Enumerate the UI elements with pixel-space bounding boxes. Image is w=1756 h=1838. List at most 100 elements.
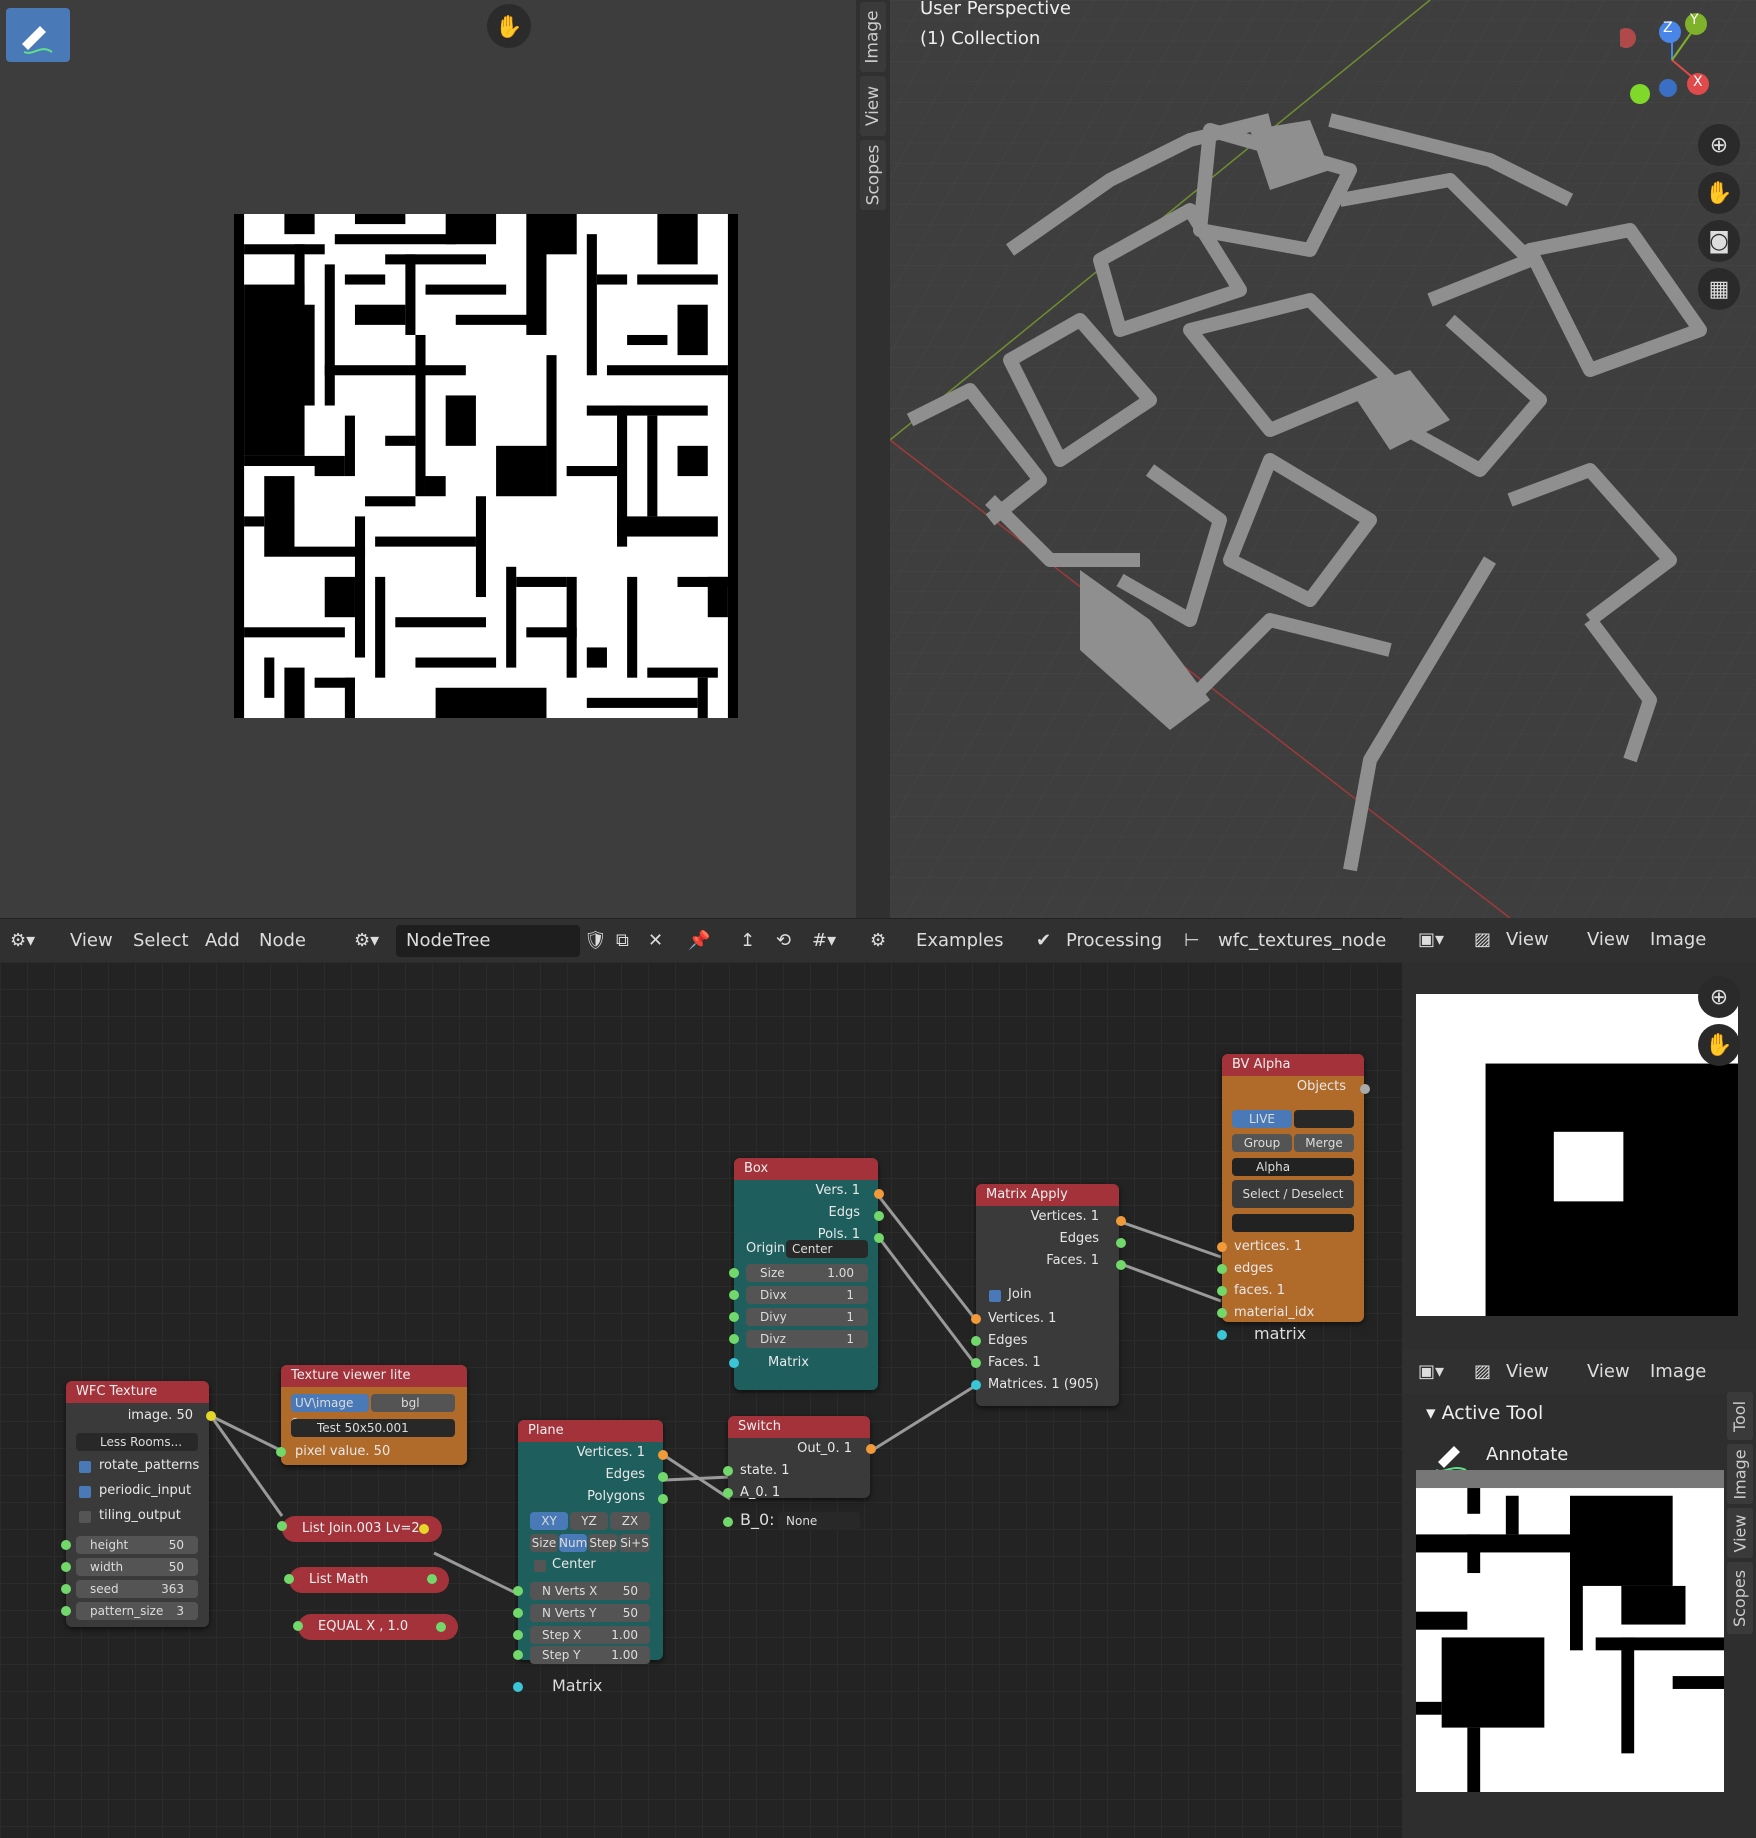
pan-hand-icon[interactable]: ✋ <box>1698 172 1740 214</box>
plane-matrix-socket[interactable] <box>513 1682 523 1692</box>
pattern-size-field[interactable]: pattern_size 3 <box>76 1602 198 1620</box>
3d-viewport[interactable]: User Perspective (1) Collection Z Y X ⊕ … <box>890 0 1756 918</box>
material-selector[interactable] <box>1232 1214 1354 1232</box>
zoom-icon[interactable]: ⊕ <box>1698 976 1740 1018</box>
ma-edges-in-socket[interactable] <box>971 1336 981 1346</box>
divy-socket[interactable] <box>729 1312 739 1322</box>
plane-edges-socket[interactable] <box>658 1472 668 1482</box>
width-input-socket[interactable] <box>61 1562 71 1572</box>
plane-center-checkbox[interactable] <box>534 1560 546 1572</box>
tab-scopes[interactable]: Scopes <box>860 140 886 210</box>
ma-matrices-in-socket[interactable] <box>971 1380 981 1390</box>
tab-scopes[interactable]: Scopes <box>1727 1562 1753 1634</box>
box-size-field[interactable]: Size 1.00 <box>746 1264 868 1282</box>
list-math-input-socket[interactable] <box>284 1574 294 1584</box>
snap-grid-icon[interactable]: #▾ <box>812 930 836 951</box>
seed-input-socket[interactable] <box>61 1584 71 1594</box>
height-input-socket[interactable] <box>61 1540 71 1550</box>
equal-compare-node[interactable]: EQUAL X , 1.0 <box>298 1614 458 1640</box>
texture-viewer-node[interactable]: Texture viewer lite UV\image e... bgl Te… <box>276 1365 467 1465</box>
pattern-input-socket[interactable] <box>61 1606 71 1616</box>
bv-edges-socket[interactable] <box>1217 1264 1227 1274</box>
camera-icon[interactable]: ◙ <box>1698 220 1740 262</box>
pan-hand-icon[interactable]: ✋ <box>1698 1024 1740 1066</box>
tab-view[interactable]: View <box>1727 1508 1753 1558</box>
editor-type-icon[interactable]: ▣▾ <box>1418 1361 1444 1382</box>
pixel-input-socket[interactable] <box>276 1447 286 1457</box>
bv-material-socket[interactable] <box>1217 1308 1227 1318</box>
box-node[interactable]: Box Vers. 1 Edgs Pols. 1 Origin: Center … <box>729 1158 884 1390</box>
box-vers-socket[interactable] <box>874 1189 884 1199</box>
box-pols-socket[interactable] <box>874 1233 884 1243</box>
step-x-socket[interactable] <box>513 1630 523 1640</box>
menu-add[interactable]: Add <box>205 930 240 951</box>
box-matrix-socket[interactable] <box>729 1358 739 1368</box>
box-size-socket[interactable] <box>729 1268 739 1278</box>
plane-node[interactable]: Plane Vertices. 1 Edges Polygons XY YZ Z… <box>513 1420 668 1664</box>
divx-field[interactable]: Divx 1 <box>746 1286 868 1304</box>
editor-type-icon[interactable]: ▣▾ <box>1418 929 1444 950</box>
ma-vertices-in-socket[interactable] <box>971 1314 981 1324</box>
texture-image-selector[interactable]: Test 50x50.001 <box>291 1419 455 1437</box>
list-join-input-socket[interactable] <box>277 1521 287 1531</box>
plane-mode-zx[interactable]: ZX <box>610 1512 650 1530</box>
menu-image[interactable]: Image <box>1650 929 1706 950</box>
node-tree-selector[interactable]: NodeTree <box>396 925 580 957</box>
pan-hand-icon[interactable]: ✋ <box>487 4 531 48</box>
join-checkbox[interactable] <box>989 1290 1001 1302</box>
view-mode-dropdown[interactable]: View <box>1506 929 1549 950</box>
menu-view[interactable]: View <box>1587 1361 1630 1382</box>
view-mode-icon[interactable]: ▨ <box>1474 1361 1491 1382</box>
equal-input-socket[interactable] <box>293 1621 303 1631</box>
tab-tool[interactable]: Tool <box>1727 1392 1753 1440</box>
snap-icon[interactable]: ⟲ <box>776 930 791 951</box>
image-editor[interactable]: ✋ <box>0 0 856 918</box>
rotate-patterns-checkbox[interactable] <box>79 1461 91 1473</box>
matrix-apply-node[interactable]: Matrix Apply Vertices. 1 Edges Faces. 1 … <box>971 1184 1126 1406</box>
close-icon[interactable]: ✕ <box>648 930 663 951</box>
image-output-socket[interactable] <box>206 1411 216 1421</box>
ma-faces-in-socket[interactable] <box>971 1358 981 1368</box>
nverts-y-field[interactable]: N Verts Y 50 <box>530 1604 650 1622</box>
sverchok-icon[interactable]: ⚙ <box>870 930 886 951</box>
pin-icon[interactable]: 📌 <box>688 930 710 951</box>
switch-state-socket[interactable] <box>723 1466 733 1476</box>
ma-faces-out-socket[interactable] <box>1116 1260 1126 1270</box>
navigation-gizmo[interactable] <box>1620 8 1740 118</box>
grid-perspective-icon[interactable]: ▦ <box>1698 268 1740 310</box>
list-join-output-socket[interactable] <box>419 1524 429 1534</box>
nverts-y-socket[interactable] <box>513 1608 523 1618</box>
list-math-output-socket[interactable] <box>427 1574 437 1584</box>
list-math-node[interactable]: List Math <box>289 1567 449 1593</box>
divy-field[interactable]: Divy 1 <box>746 1308 868 1326</box>
menu-node[interactable]: Node <box>259 930 306 951</box>
processing-toggle[interactable]: Processing <box>1066 930 1162 951</box>
step-x-field[interactable]: Step X 1.00 <box>530 1626 650 1644</box>
bv-alpha-node[interactable]: BV Alpha Objects LIVE Group Merge Alpha … <box>1217 1054 1370 1322</box>
plane-polygons-socket[interactable] <box>658 1494 668 1504</box>
duplicate-icon[interactable]: ⧉ <box>616 930 629 951</box>
step-y-socket[interactable] <box>513 1650 523 1660</box>
menu-view[interactable]: View <box>1587 929 1630 950</box>
menu-view[interactable]: View <box>70 930 113 951</box>
seed-field[interactable]: seed 363 <box>76 1580 198 1598</box>
divz-socket[interactable] <box>729 1334 739 1344</box>
origin-dropdown[interactable]: Center <box>786 1240 868 1258</box>
ma-edges-out-socket[interactable] <box>1116 1238 1126 1248</box>
view-mode-icon[interactable]: ▨ <box>1474 929 1491 950</box>
menu-select[interactable]: Select <box>133 930 189 951</box>
merge-button[interactable]: Merge <box>1294 1134 1354 1152</box>
processing-check-icon[interactable]: ✔ <box>1036 930 1051 951</box>
select-deselect-button[interactable]: Select / Deselect <box>1232 1180 1354 1208</box>
annotate-tool-button[interactable] <box>6 8 70 62</box>
display-options[interactable] <box>1294 1110 1354 1128</box>
image-preview-editor[interactable]: ⊕ ✋ <box>1402 962 1756 1350</box>
periodic-input-checkbox[interactable] <box>79 1486 91 1498</box>
height-field[interactable]: height 50 <box>76 1536 198 1554</box>
dim-sis-button[interactable]: Si+S <box>619 1534 650 1552</box>
switch-b-socket[interactable] <box>723 1517 733 1527</box>
box-edgs-socket[interactable] <box>874 1211 884 1221</box>
zoom-icon[interactable]: ⊕ <box>1698 124 1740 166</box>
switch-out-socket[interactable] <box>866 1444 876 1454</box>
switch-a-socket[interactable] <box>723 1488 733 1498</box>
